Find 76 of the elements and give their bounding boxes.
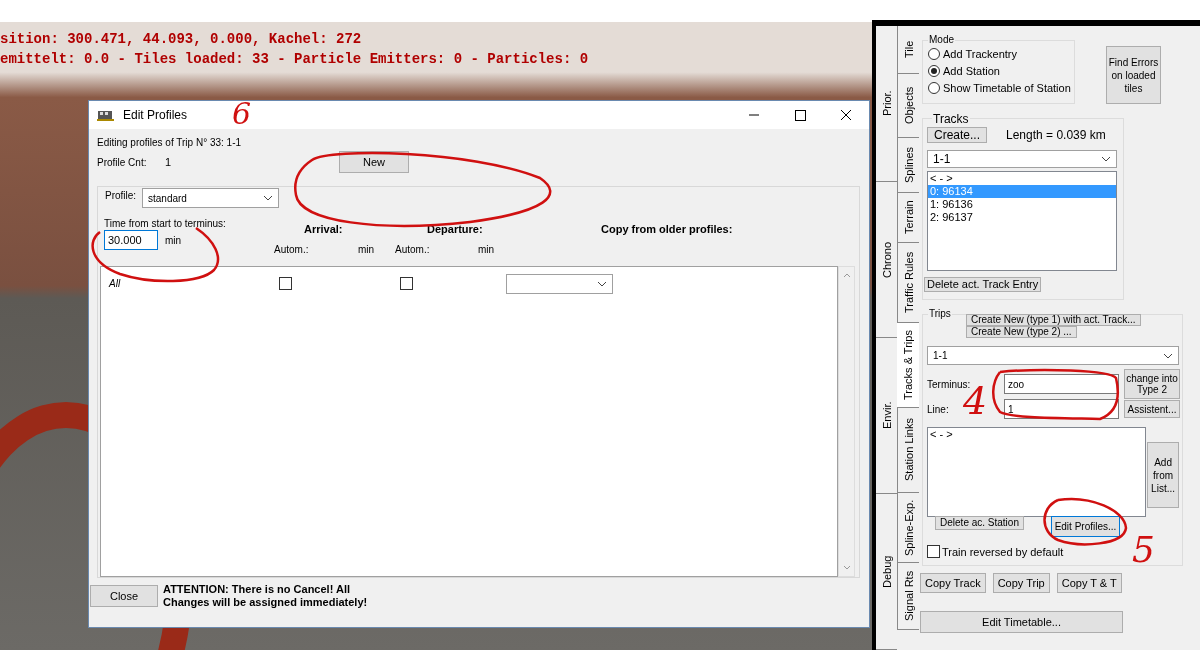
time-input-field[interactable]: 30.000 [104,230,158,250]
checkbox[interactable] [279,277,292,291]
change-type-button[interactable]: change into Type 2 [1124,369,1180,399]
column-header: Departure: [427,223,484,235]
checkbox-label: Train reversed by default [942,545,1064,558]
warning-text: ATTENTION: There is no Cancel! All Changes will be assigned immediately! [163,583,369,609]
create-button[interactable]: Create... [927,127,987,143]
vertical-tab[interactable]: Terrain [897,193,919,243]
find-errors-button[interactable]: Find Errors on loaded tiles [1106,46,1161,104]
delete-station-button[interactable]: Delete ac. Station [935,516,1024,530]
group-title: Trips [928,308,952,319]
list-item[interactable]: 2: 96137 [928,211,1116,224]
profile-dropdown[interactable]: standard [142,188,279,208]
tram-icon [97,108,115,122]
checkbox[interactable] [400,277,413,291]
vertical-tab[interactable]: Station Links [897,408,919,493]
debug-overlay-text: emittelt: 0.0 - Tiles loaded: 33 - Particle Emitters: 0 - Particles: 0 [0,50,589,69]
column-subheader: Autom.: [395,244,431,255]
column-subheader: min [358,244,376,255]
close-button[interactable]: Close [90,585,158,607]
list-item[interactable]: < - > [928,428,1146,441]
chevron-down-icon [1163,352,1173,359]
annotation-number: 5 [1132,529,1155,570]
vertical-tab[interactable]: Spline-Exp. [897,493,919,563]
trip-dropdown[interactable]: 1-1 [927,346,1179,365]
edit-timetable-button[interactable]: Edit Timetable... [920,611,1123,633]
profile-count-label: Profile Cnt: [97,156,148,168]
column-header: Copy from older profiles: [601,223,733,235]
row-label: All [109,278,122,290]
chevron-down-icon [597,280,607,287]
radio-label: Add Trackentry [943,47,1017,60]
terminus-input-field[interactable]: zoo [1004,374,1119,394]
profile-count-value: 1 [165,156,173,168]
trip-info-text: Editing profiles of Trip N° 33: 1-1 [97,137,243,148]
column-header: Arrival: [304,223,344,235]
vertical-tab[interactable]: Tile [897,26,919,74]
length-text: Length = 0.039 km [1006,128,1106,142]
annotation-number: 6 [232,96,252,131]
vertical-tab[interactable]: Signal Rts [897,563,919,630]
radio-button[interactable] [928,81,940,94]
terminus-label: Terminus: [927,378,971,390]
time-label: Time from start to terminus: [104,218,227,229]
chevron-down-icon [1101,156,1111,162]
vertical-tab[interactable]: Tracks & Trips [897,323,919,408]
profile-label: Profile: [105,190,138,201]
vertical-tab[interactable]: Objects [897,74,919,138]
copy-button[interactable]: Copy T & T [1056,573,1122,593]
track-dropdown[interactable]: 1-1 [927,150,1117,168]
copy-button[interactable]: Copy Track [920,573,986,593]
radio-label: Show Timetable of Station [943,81,1071,94]
checkbox[interactable] [927,545,940,558]
copy-profile-dropdown[interactable] [506,273,613,294]
debug-overlay-text: sition: 300.471, 44.093, 0.000, Kachel: 272 [0,30,363,49]
radio-label: Add Station [943,64,1000,77]
copy-button[interactable]: Copy Trip [992,573,1050,593]
column-subheader: min [478,244,495,255]
create-trip-button[interactable]: Create New (type 1) with act. Track... [966,314,1141,326]
chevron-down-icon [263,195,273,201]
group-title: Tracks [932,112,970,126]
radio-button[interactable] [928,64,940,77]
vertical-tab[interactable]: Traffic Rules [897,243,919,323]
create-trip-button[interactable]: Create New (type 2) ... [966,326,1077,338]
assistent-button[interactable]: Assistent... [1124,400,1180,418]
edit-profiles-button[interactable]: Edit Profiles... [1051,516,1120,537]
column-subheader: Autom.: [274,244,310,255]
unit-label: min [165,234,182,246]
delete-track-entry-button[interactable]: Delete act. Track Entry [924,277,1042,292]
line-label: Line: [927,403,950,415]
vertical-tab[interactable]: Splines [897,138,919,193]
list-item[interactable]: 1: 96136 [928,198,1116,211]
radio-button[interactable] [928,47,940,60]
window-title: Edit Profiles [123,108,188,122]
group-title: Mode [928,34,955,45]
new-button[interactable]: New [339,151,409,173]
list-item[interactable]: < - > [928,172,1116,185]
add-from-list-button[interactable]: Add from List... [1147,442,1179,508]
